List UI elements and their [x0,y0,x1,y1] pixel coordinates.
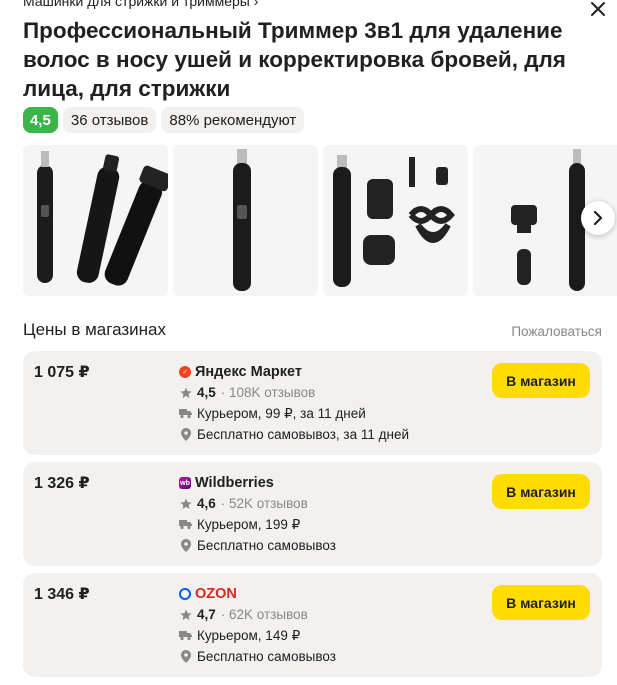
product-gallery [23,145,617,296]
star-icon [179,497,192,510]
offer-price: 1 346 ₽ [34,586,90,603]
location-pin-icon [179,428,192,441]
shop-name-label: OZON [195,586,237,602]
chevron-right-icon [593,211,603,225]
go-to-shop-button[interactable]: В магазин [492,363,590,398]
trimmer-single-image [233,149,251,291]
shop-rating-value: 4,7 [197,607,216,622]
complain-link[interactable]: Пожаловаться [511,324,602,339]
wildberries-logo-icon: wb [179,477,191,489]
pickup-line: Бесплатно самовывоз, за 11 дней [179,424,409,445]
truck-icon [179,518,192,531]
delivery-text: Курьером, 99 ₽, за 11 дней [197,405,366,421]
shop-rating: 4,6 · 52K отзывов [179,493,336,514]
gallery-next-button[interactable] [581,201,615,235]
offer-card: 1 326 ₽ wb Wildberries 4,6 · 52K отзывов… [23,462,602,566]
location-pin-icon [179,650,192,663]
shop-info: OZON 4,7 · 62K отзывов Курьером, 149 ₽ Б… [179,584,336,667]
truck-icon [179,407,192,420]
offer-card: 1 346 ₽ OZON 4,7 · 62K отзывов Курьером,… [23,573,602,677]
trimmer-accessories-image [333,155,455,287]
breadcrumb[interactable]: Машинки для стрижки и триммеры › [23,0,258,9]
pickup-line: Бесплатно самовывоз [179,646,336,667]
delivery-text: Курьером, 149 ₽ [197,627,301,643]
shop-rating: 4,5 · 108K отзывов [179,382,409,403]
shop-rating-value: 4,5 [197,385,216,400]
shop-reviews[interactable]: · 108K отзывов [221,385,316,400]
yandex-market-logo-icon: ✓ [179,366,191,378]
star-icon [179,386,192,399]
shop-name[interactable]: wb Wildberries [179,473,336,493]
offer-card: 1 075 ₽ ✓ Яндекс Маркет 4,5 · 108K отзыв… [23,351,602,455]
truck-icon [179,629,192,642]
gallery-image-1[interactable] [23,145,168,296]
close-icon [591,2,605,16]
delivery-text: Курьером, 199 ₽ [197,516,301,532]
offer-price: 1 326 ₽ [34,475,90,492]
shop-info: wb Wildberries 4,6 · 52K отзывов Курьеро… [179,473,336,556]
rating-badge[interactable]: 4,5 [23,107,58,133]
product-title: Профессиональный Триммер 3в1 для удалени… [23,18,566,101]
shop-name-label: Яндекс Маркет [195,364,303,380]
shop-reviews[interactable]: · 62K отзывов [221,607,308,622]
pickup-line: Бесплатно самовывоз [179,535,336,556]
product-badges: 4,5 36 отзывов 88% рекомендуют [23,107,305,133]
location-pin-icon [179,539,192,552]
pickup-text: Бесплатно самовывоз [197,538,336,553]
delivery-line: Курьером, 99 ₽, за 11 дней [179,403,409,424]
star-icon [179,608,192,621]
shop-reviews[interactable]: · 52K отзывов [221,496,308,511]
go-to-shop-button[interactable]: В магазин [492,585,590,620]
ozon-logo-icon [179,588,191,600]
recommend-badge: 88% рекомендуют [161,107,305,133]
go-to-shop-button[interactable]: В магазин [492,474,590,509]
trimmer-set-image [37,151,168,286]
offer-price: 1 075 ₽ [34,364,90,381]
delivery-line: Курьером, 199 ₽ [179,514,336,535]
shop-rating-value: 4,6 [197,496,216,511]
pickup-text: Бесплатно самовывоз, за 11 дней [197,427,409,442]
shop-name[interactable]: OZON [179,584,336,604]
pickup-text: Бесплатно самовывоз [197,649,336,664]
shop-rating: 4,7 · 62K отзывов [179,604,336,625]
gallery-image-2[interactable] [173,145,318,296]
prices-section-title: Цены в магазинах [23,320,166,339]
shop-name-label: Wildberries [195,475,274,491]
reviews-badge[interactable]: 36 отзывов [62,107,157,133]
shop-info: ✓ Яндекс Маркет 4,5 · 108K отзывов Курье… [179,362,409,445]
gallery-image-3[interactable] [323,145,468,296]
delivery-line: Курьером, 149 ₽ [179,625,336,646]
shop-name[interactable]: ✓ Яндекс Маркет [179,362,409,382]
